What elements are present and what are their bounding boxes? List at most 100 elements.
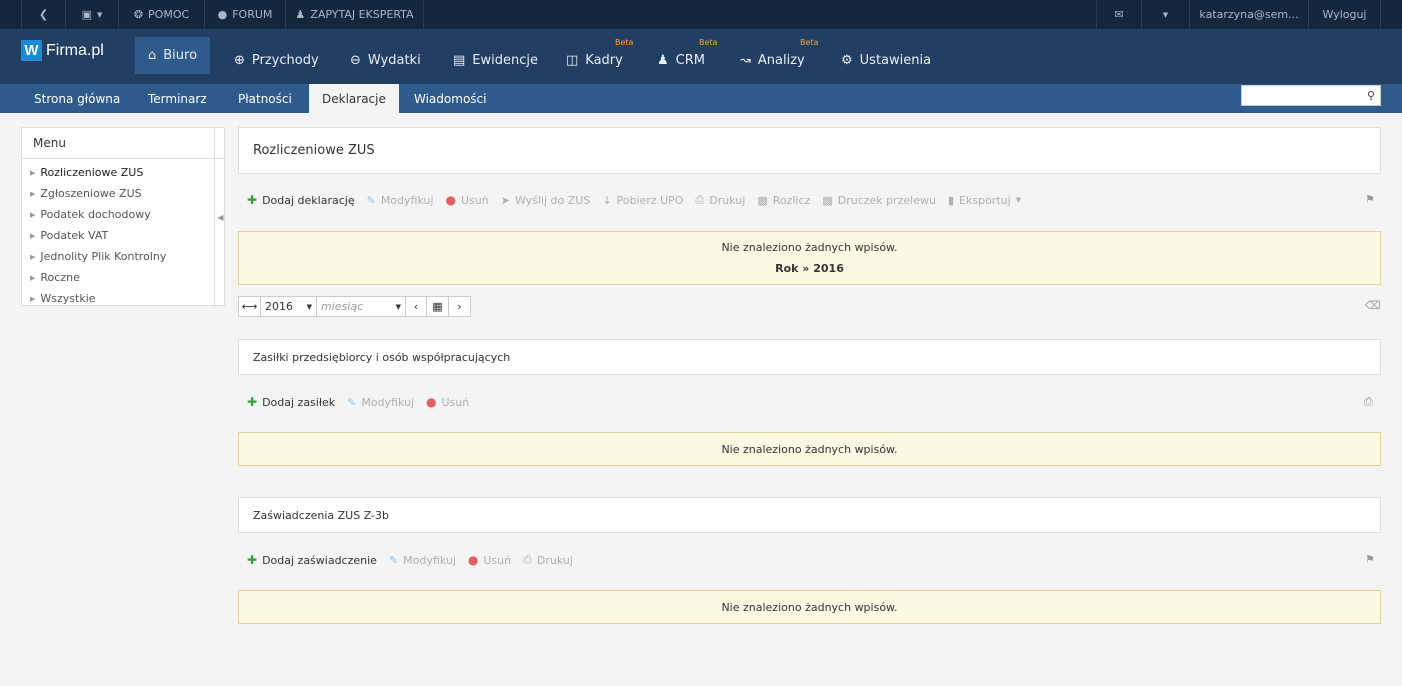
menu-item-jpk[interactable]: ▶ Jednolity Plik Kontrolny: [22, 246, 224, 267]
next-period-button[interactable]: ›: [449, 297, 470, 316]
tab-terminarz[interactable]: Terminarz: [148, 84, 207, 113]
menu-item-label: Roczne: [40, 271, 80, 284]
search-icon[interactable]: ⚲: [1367, 89, 1375, 102]
month-select[interactable]: miesiąc ▼: [317, 297, 406, 316]
tag-icon[interactable]: ⚑: [1365, 193, 1375, 206]
edit-icon: ✎: [366, 193, 376, 207]
menu-item-label: Wszystkie: [40, 292, 96, 305]
export-dropdown[interactable]: ▮ Eksportuj ▼: [948, 194, 1021, 207]
section2-toolbar: ✚ Dodaj zasiłek ✎ Modyfikuj ● Usuń: [247, 395, 469, 409]
delete-button[interactable]: ● Usuń: [468, 553, 511, 567]
expert-link[interactable]: ♟ ZAPYTAJ EKSPERTA: [286, 0, 424, 29]
envelope-icon: ✉: [1114, 8, 1124, 21]
menu-item-label: Rozliczeniowe ZUS: [40, 166, 144, 179]
caret-down-icon: ▼: [395, 302, 401, 311]
plus-circle-icon: ✚: [247, 395, 258, 409]
help-link[interactable]: ❂ POMOC: [119, 0, 205, 29]
print-icon: ⎙: [523, 553, 532, 566]
tab-wiadomosci[interactable]: Wiadomości: [414, 84, 486, 113]
menu-item-podatek-dochodowy[interactable]: ▶ Podatek dochodowy: [22, 204, 224, 225]
forum-link[interactable]: ● FORUM: [205, 0, 286, 29]
line-chart-icon: ↝: [740, 53, 751, 68]
minus-circle-icon: ●: [426, 395, 437, 409]
menu-item-rozliczeniowe-zus[interactable]: ▶ Rozliczeniowe ZUS: [22, 162, 224, 183]
nav-analizy[interactable]: ↝ Analizy Beta: [740, 38, 818, 74]
plus-circle-icon: ✚: [247, 553, 258, 567]
logo-mark: W: [21, 40, 42, 61]
nav-kadry[interactable]: ◫ Kadry Beta: [566, 38, 633, 74]
download-upo-button[interactable]: ↓ Pobierz UPO: [602, 194, 683, 207]
nav-wydatki[interactable]: ⊖ Wydatki: [350, 47, 421, 74]
tab-platnosci[interactable]: Płatności: [238, 84, 292, 113]
month-placeholder: miesiąc: [321, 300, 364, 313]
minus-circle-icon: ●: [445, 193, 456, 207]
calendar-button[interactable]: ▦: [427, 297, 449, 316]
home-icon: ⌂: [148, 48, 157, 63]
add-certificate-button[interactable]: ✚ Dodaj zaświadczenie: [247, 553, 377, 567]
plus-circle-icon: ⊕: [234, 53, 245, 68]
logout-link[interactable]: Wyloguj: [1309, 0, 1381, 29]
nav-biuro[interactable]: ⌂ Biuro: [135, 37, 211, 74]
tab-strona-glowna[interactable]: Strona główna: [34, 84, 120, 113]
messages-button[interactable]: ✉: [1096, 0, 1142, 29]
menu-item-label: Podatek VAT: [40, 229, 109, 242]
side-menu: Menu ▶ Rozliczeniowe ZUS ▶ Zgłoszeniowe …: [21, 127, 226, 309]
delete-button[interactable]: ● Usuń: [426, 395, 469, 409]
nav-przychody[interactable]: ⊕ Przychody: [234, 47, 319, 74]
tab-deklaracje[interactable]: Deklaracje: [309, 84, 399, 113]
chevron-right-icon: ›: [457, 300, 462, 313]
caret-right-icon: ▶: [30, 210, 36, 219]
modify-button[interactable]: ✎ Modyfikuj: [389, 554, 456, 567]
back-button[interactable]: ❮: [21, 0, 66, 29]
alert-message: Nie znaleziono żadnych wpisów.: [721, 600, 898, 614]
menu-item-label: Podatek dochodowy: [40, 208, 151, 221]
add-allowance-button[interactable]: ✚ Dodaj zasiłek: [247, 395, 335, 409]
send-to-zus-button[interactable]: ➤ Wyślij do ZUS: [501, 194, 591, 207]
print-button[interactable]: ⎙ Drukuj: [695, 193, 745, 207]
date-filter: ⟷ 2016 ▼ miesiąc ▼ ‹ ▦ ›: [238, 296, 471, 317]
print-icon[interactable]: ⎙: [1364, 395, 1373, 409]
nav-ewidencje[interactable]: ▤ Ewidencje: [453, 47, 538, 74]
money-icon: ▩: [822, 193, 833, 207]
menu-item-podatek-vat[interactable]: ▶ Podatek VAT: [22, 225, 224, 246]
caret-down-icon: ▼: [97, 10, 103, 19]
nav-ustawienia[interactable]: ⚙ Ustawienia: [841, 47, 931, 74]
section-title-card: Zasiłki przedsiębiorcy i osób współpracu…: [238, 339, 1381, 375]
filter-note: Rok » 2016: [775, 262, 844, 275]
chevron-left-icon: ‹: [413, 300, 419, 313]
tag-icon[interactable]: ⚑: [1365, 553, 1375, 566]
caret-down-icon: ▼: [1162, 10, 1169, 19]
tab-label: Terminarz: [148, 91, 207, 106]
logo[interactable]: W Firma.pl: [21, 40, 104, 61]
trash-icon[interactable]: ⌫: [1365, 299, 1381, 312]
image-menu-button[interactable]: ▣ ▼: [66, 0, 119, 29]
menu-item-label: Jednolity Plik Kontrolny: [40, 250, 167, 263]
search-input[interactable]: ⚲: [1241, 85, 1381, 106]
collapse-menu-handle[interactable]: ◀: [214, 128, 226, 307]
menu-item-roczne[interactable]: ▶ Roczne: [22, 267, 224, 288]
button-label: Usuń: [461, 193, 489, 207]
modify-button[interactable]: ✎ Modyfikuj: [347, 396, 414, 409]
range-toggle[interactable]: ⟷: [239, 297, 261, 316]
button-label: Pobierz UPO: [616, 193, 684, 207]
nav-label: Biuro: [163, 48, 198, 63]
year-select[interactable]: 2016 ▼: [261, 297, 317, 316]
nav-label: Ewidencje: [472, 53, 539, 68]
section-title-card: Zaświadczenia ZUS Z-3b: [238, 497, 1381, 533]
user-account[interactable]: katarzyna@sem...: [1190, 0, 1309, 29]
delete-button[interactable]: ● Usuń: [446, 193, 489, 207]
menu-item-wszystkie[interactable]: ▶ Wszystkie: [22, 288, 224, 309]
nav-crm[interactable]: ♟ CRM Beta: [657, 38, 717, 74]
print-button[interactable]: ⎙ Drukuj: [523, 553, 573, 567]
prev-period-button[interactable]: ‹: [406, 297, 427, 316]
add-declaration-button[interactable]: ✚ Dodaj deklarację: [247, 193, 355, 207]
beta-badge: Beta: [615, 38, 634, 47]
user-dropdown-caret[interactable]: ▼: [1142, 0, 1190, 29]
modify-button[interactable]: ✎ Modyfikuj: [367, 194, 434, 207]
menu-item-zgloszeniowe-zus[interactable]: ▶ Zgłoszeniowe ZUS: [22, 183, 224, 204]
button-label: Usuń: [483, 553, 512, 567]
transfer-form-button[interactable]: ▩ Druczek przelewu: [822, 194, 936, 207]
settle-button[interactable]: ▩ Rozlicz: [757, 194, 810, 207]
button-label: Dodaj deklarację: [262, 193, 355, 207]
speech-bubble-icon: ●: [217, 8, 228, 21]
